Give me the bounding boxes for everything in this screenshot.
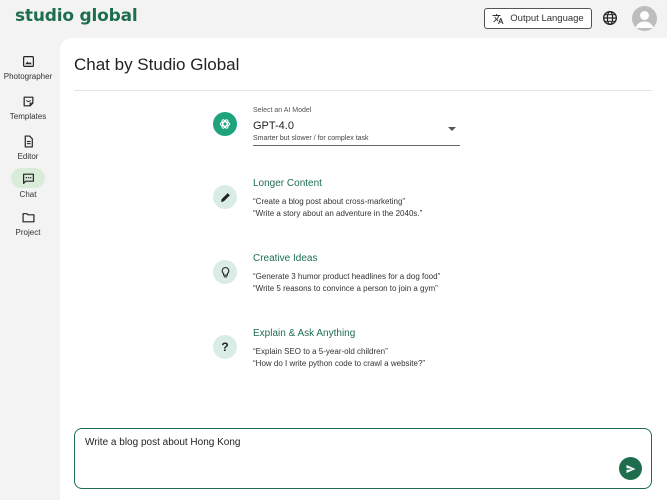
chat-input[interactable]: Write a blog post about Hong Kong [74, 428, 652, 489]
send-icon [626, 464, 635, 473]
sidebar-item-chat[interactable]: Chat [0, 168, 56, 199]
pencil-icon [213, 185, 237, 209]
image-icon [22, 55, 34, 67]
app-logo[interactable]: studio global [15, 6, 138, 26]
suggestion-example[interactable]: “Generate 3 humor product headlines for … [253, 272, 440, 281]
main-panel: Chat by Studio Global Select an AI Model… [60, 38, 667, 500]
sidebar-item-label: Photographer [3, 72, 53, 81]
avatar[interactable] [632, 6, 657, 31]
sidebar-item-label: Templates [9, 112, 47, 121]
folder-icon [21, 212, 35, 222]
output-language-button[interactable]: Output Language [484, 8, 592, 29]
suggestion-title: Longer Content [253, 178, 322, 189]
globe-icon[interactable] [602, 10, 618, 26]
sidebar-item-label: Chat [19, 190, 37, 199]
output-language-label: Output Language [510, 13, 584, 24]
user-icon [635, 11, 654, 28]
suggestion-title: Explain & Ask Anything [253, 328, 356, 339]
chat-icon [22, 173, 34, 184]
sidebar-item-editor[interactable]: Editor [0, 132, 56, 161]
suggestion-example[interactable]: “Explain SEO to a 5-year-old children” [253, 347, 388, 356]
suggestion-title: Creative Ideas [253, 253, 318, 264]
page-title: Chat by Studio Global [74, 55, 240, 74]
send-button[interactable] [619, 457, 642, 480]
divider [74, 90, 652, 91]
sidebar-item-templates[interactable]: Templates [0, 92, 56, 121]
templates-icon [23, 96, 33, 106]
model-select-label: Select an AI Model [253, 107, 312, 114]
question-icon: ? [213, 335, 237, 359]
sidebar-item-photographer[interactable]: Photographer [0, 52, 56, 81]
suggestion-example[interactable]: “Write 5 reasons to convince a person to… [253, 284, 438, 293]
translate-icon [492, 13, 504, 24]
document-icon [24, 134, 33, 148]
sidebar-item-project[interactable]: Project [0, 208, 56, 237]
lightbulb-icon [213, 260, 237, 284]
chevron-down-icon[interactable] [448, 127, 456, 131]
openai-icon [213, 112, 237, 136]
suggestion-example[interactable]: “Write a story about an adventure in the… [253, 209, 422, 218]
model-helper-text: Smarter but slower / for complex task [253, 135, 369, 142]
top-bar: studio global Output Language [0, 0, 667, 36]
model-select[interactable]: GPT-4.0 [253, 120, 294, 132]
sidebar-item-label: Editor [17, 152, 39, 161]
sidebar-item-label: Project [15, 228, 41, 237]
suggestion-example[interactable]: “How do I write python code to crawl a w… [253, 359, 425, 368]
suggestion-example[interactable]: “Create a blog post about cross-marketin… [253, 197, 405, 206]
model-select-underline [253, 145, 460, 146]
chat-input-text[interactable]: Write a blog post about Hong Kong [85, 437, 240, 448]
